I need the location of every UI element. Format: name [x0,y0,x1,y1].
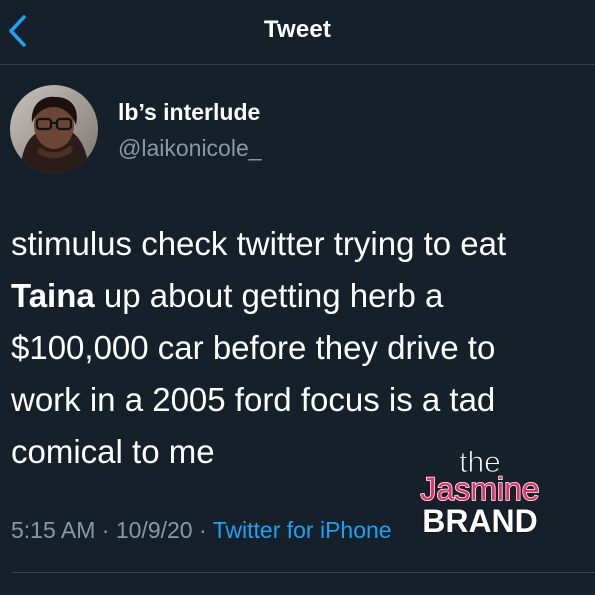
top-nav-bar: Tweet [0,0,595,65]
tweet-body: stimulus check twitter trying to eat Tai… [11,218,586,478]
page-title: Tweet [263,16,332,43]
tweet-text-fragment: up about getting herb a [94,277,444,314]
divider [11,572,595,573]
avatar[interactable] [10,85,98,173]
author-handle[interactable]: @laikonicole_ [118,135,262,162]
avatar-photo [10,85,98,173]
watermark-line: BRAND [422,503,538,539]
tweet-line: work in a 2005 ford focus is a tad [11,381,496,418]
tweet-source-link[interactable]: Twitter for iPhone [213,517,392,543]
meta-separator: · [95,517,116,543]
tweet-meta: 5:15 AM · 10/9/20 · Twitter for iPhone [11,517,392,544]
tweet-line: $100,000 car before they drive to [11,329,496,366]
author-display-name[interactable]: lb’s interlude [118,99,260,126]
mention-link[interactable]: Taina [11,277,95,314]
meta-separator: · [192,517,213,543]
tweet-date: 10/9/20 [115,517,193,543]
tweet-time: 5:15 AM [11,517,96,543]
tweet-line: Taina up about getting herb a [11,270,586,322]
tweet-line: stimulus check twitter trying to eat [11,225,507,262]
tweet-line: comical to me [11,433,215,470]
